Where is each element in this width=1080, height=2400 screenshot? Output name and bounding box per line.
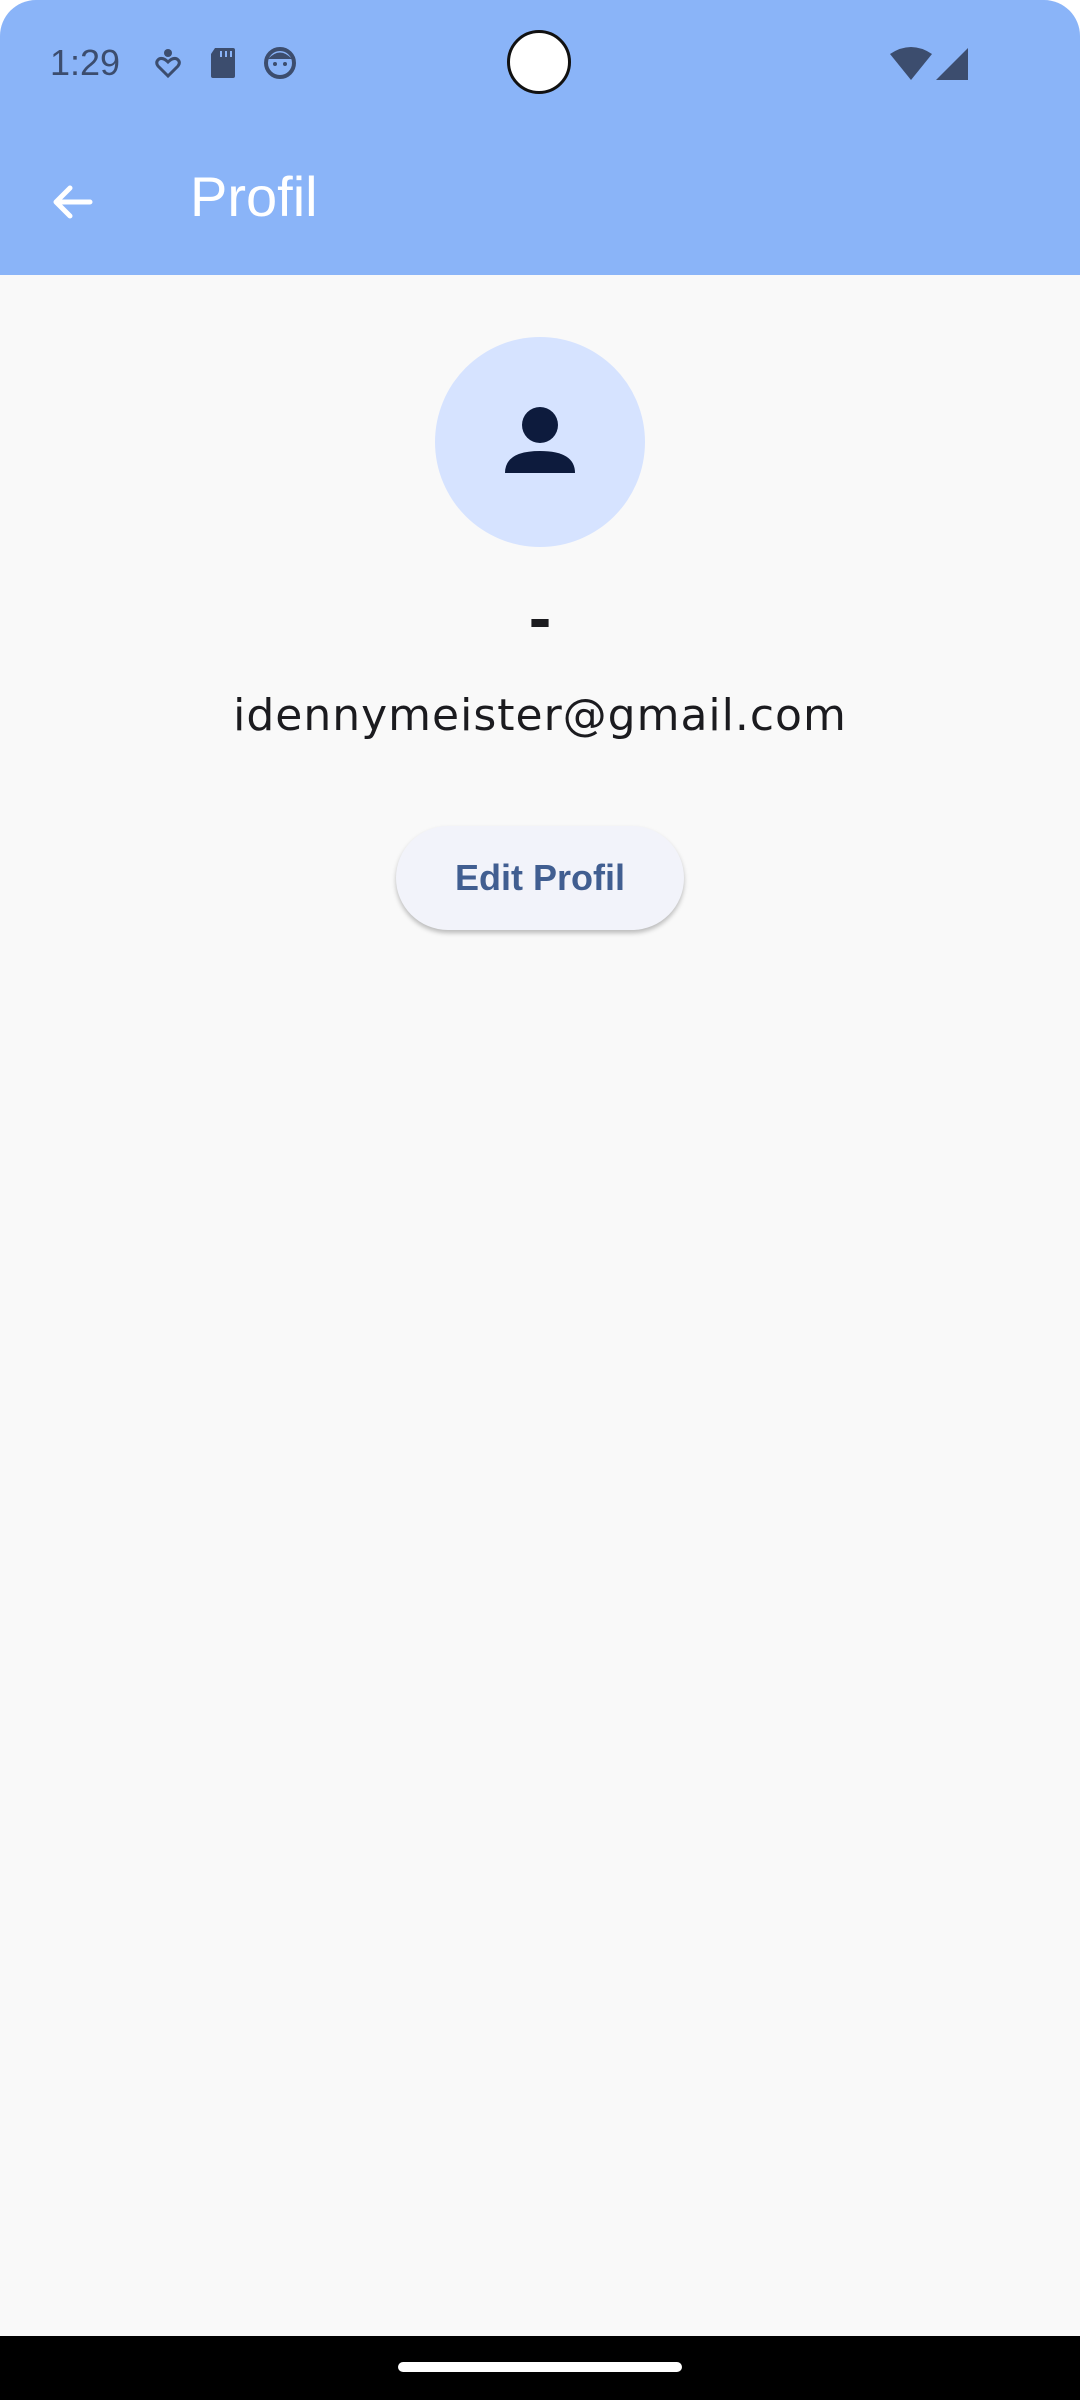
profile-email: idennymeister@gmail.com (233, 690, 847, 741)
person-icon (495, 395, 585, 490)
profile-screen: 1:29 Profil - idennymeister@gmail.com Ed… (0, 0, 1080, 2400)
arrow-back-icon (48, 178, 96, 231)
status-time: 1:29 (50, 42, 121, 83)
profile-name: - (528, 588, 552, 653)
app-bar: Profil (0, 130, 1080, 275)
back-button[interactable] (30, 162, 114, 246)
header: 1:29 Profil (0, 0, 1080, 275)
navigation-bar (0, 2336, 1080, 2400)
avatar (435, 337, 645, 547)
face-icon (262, 44, 298, 80)
cellular-signal-icon (934, 46, 970, 82)
edit-profile-button[interactable]: Edit Profil (396, 826, 684, 930)
front-camera (507, 30, 571, 94)
page-title: Profil (190, 165, 318, 228)
location-heart-icon (150, 44, 186, 80)
home-indicator[interactable] (398, 2362, 682, 2372)
status-bar: 1:29 (0, 0, 1080, 130)
wifi-icon (890, 46, 932, 82)
sd-card-icon (205, 44, 241, 80)
